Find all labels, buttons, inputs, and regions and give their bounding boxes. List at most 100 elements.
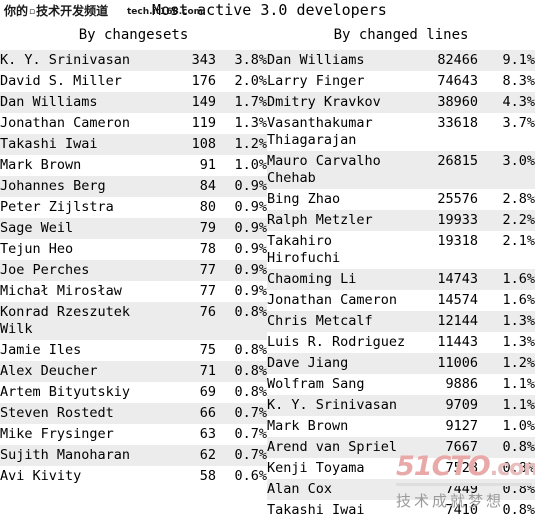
developer-count: 14743 bbox=[411, 269, 478, 290]
developer-percent: 0.8% bbox=[478, 479, 535, 500]
table-row: Avi Kivity 58 0.6% bbox=[0, 466, 267, 487]
table-row: Ralph Metzler 19933 2.2% bbox=[267, 210, 535, 231]
developer-count: 11006 bbox=[411, 353, 478, 374]
developer-count: 11443 bbox=[411, 332, 478, 353]
page-title: Most active 3.0 developers bbox=[152, 1, 387, 19]
developer-percent: 0.8% bbox=[478, 458, 535, 479]
developer-percent: 0.7% bbox=[216, 445, 267, 466]
developer-percent: 0.8% bbox=[478, 437, 535, 458]
table-row: Sujith Manoharan 62 0.7% bbox=[0, 445, 267, 466]
table-row: Michał Mirosław 77 0.9% bbox=[0, 281, 267, 302]
developer-percent: 1.3% bbox=[478, 311, 535, 332]
changed-lines-table: Dan Williams 82466 9.1% Larry Finger 74643 8.… bbox=[267, 50, 535, 521]
table-row: Dan Williams 82466 9.1% bbox=[267, 50, 535, 71]
developer-percent: 2.0% bbox=[216, 71, 267, 92]
developer-name: David S. Miller bbox=[0, 71, 160, 92]
developer-percent: 3.0% bbox=[478, 151, 535, 189]
developer-name: Wolfram Sang bbox=[267, 374, 411, 395]
column-header-changed-lines: By changed lines bbox=[333, 27, 469, 43]
developer-percent: 0.9% bbox=[216, 260, 267, 281]
table-row: Dave Jiang 11006 1.2% bbox=[267, 353, 535, 374]
developer-count: 69 bbox=[160, 382, 216, 403]
developer-percent: 1.3% bbox=[478, 332, 535, 353]
developer-percent: 0.7% bbox=[216, 403, 267, 424]
table-row: Joe Perches 77 0.9% bbox=[0, 260, 267, 281]
developer-count: 77 bbox=[160, 260, 216, 281]
table-row: Larry Finger 74643 8.3% bbox=[267, 71, 535, 92]
developer-name: Mauro Carvalho Chehab bbox=[267, 151, 411, 189]
table-row: Jonathan Cameron 14574 1.6% bbox=[267, 290, 535, 311]
developer-name: Takahiro Hirofuchi bbox=[267, 231, 411, 269]
developer-name: Takashi Iwai bbox=[0, 134, 160, 155]
developer-name: Ralph Metzler bbox=[267, 210, 411, 231]
developer-count: 149 bbox=[160, 92, 216, 113]
developer-count: 176 bbox=[160, 71, 216, 92]
developer-count: 119 bbox=[160, 113, 216, 134]
developer-name: Chaoming Li bbox=[267, 269, 411, 290]
table-row: Alex Deucher 71 0.8% bbox=[0, 361, 267, 382]
developer-count: 84 bbox=[160, 176, 216, 197]
developer-percent: 2.1% bbox=[478, 231, 535, 269]
developer-name: Avi Kivity bbox=[0, 466, 160, 487]
developer-percent: 1.3% bbox=[216, 113, 267, 134]
developer-count: 9709 bbox=[411, 395, 478, 416]
table-row: Chris Metcalf 12144 1.3% bbox=[267, 311, 535, 332]
developer-percent: 1.0% bbox=[478, 416, 535, 437]
developer-name: Johannes Berg bbox=[0, 176, 160, 197]
developer-percent: 1.2% bbox=[478, 353, 535, 374]
developer-count: 19318 bbox=[411, 231, 478, 269]
changesets-table: K. Y. Srinivasan 343 3.8% David S. Miller 17… bbox=[0, 50, 267, 487]
developer-count: 38960 bbox=[411, 92, 478, 113]
column-by-changed-lines: By changed lines Dan Williams 82466 9.1% La… bbox=[267, 22, 535, 521]
table-row: Wolfram Sang 9886 1.1% bbox=[267, 374, 535, 395]
developer-name: Tejun Heo bbox=[0, 239, 160, 260]
table-row: Mark Brown 91 1.0% bbox=[0, 155, 267, 176]
developer-name: Mark Brown bbox=[267, 416, 411, 437]
developer-count: 26815 bbox=[411, 151, 478, 189]
developer-percent: 2.2% bbox=[478, 210, 535, 231]
developer-count: 79 bbox=[160, 218, 216, 239]
developer-name: Arend van Spriel bbox=[267, 437, 411, 458]
table-row: Bing Zhao 25576 2.8% bbox=[267, 189, 535, 210]
table-row: Dmitry Kravkov 38960 4.3% bbox=[267, 92, 535, 113]
developer-percent: 1.1% bbox=[478, 374, 535, 395]
developer-percent: 2.8% bbox=[478, 189, 535, 210]
developer-percent: 0.8% bbox=[216, 361, 267, 382]
table-row: Luis R. Rodriguez 11443 1.3% bbox=[267, 332, 535, 353]
developer-percent: 0.9% bbox=[216, 218, 267, 239]
developer-percent: 0.9% bbox=[216, 239, 267, 260]
developer-percent: 0.9% bbox=[216, 281, 267, 302]
developer-count: 80 bbox=[160, 197, 216, 218]
developer-name: Michał Mirosław bbox=[0, 281, 160, 302]
table-row: Takashi Iwai 7410 0.8% bbox=[267, 500, 535, 521]
developer-name: Takashi Iwai bbox=[267, 500, 411, 521]
table-row: Tejun Heo 78 0.9% bbox=[0, 239, 267, 260]
developer-name: Jonathan Cameron bbox=[0, 113, 160, 134]
table-row: Dan Williams 149 1.7% bbox=[0, 92, 267, 113]
table-row: Alan Cox 7449 0.8% bbox=[267, 479, 535, 500]
developer-name: Alan Cox bbox=[267, 479, 411, 500]
developer-percent: 0.8% bbox=[478, 500, 535, 521]
table-row: Takashi Iwai 108 1.2% bbox=[0, 134, 267, 155]
table-row: Takahiro Hirofuchi 19318 2.1% bbox=[267, 231, 535, 269]
developer-count: 343 bbox=[160, 50, 216, 71]
developer-name: Dmitry Kravkov bbox=[267, 92, 411, 113]
developer-count: 62 bbox=[160, 445, 216, 466]
developer-percent: 1.2% bbox=[216, 134, 267, 155]
developer-stats-tables: By changesets K. Y. Srinivasan 343 3.8% Dav… bbox=[0, 22, 535, 521]
developer-count: 7410 bbox=[411, 500, 478, 521]
developer-name: Mark Brown bbox=[0, 155, 160, 176]
developer-name: Peter Zijlstra bbox=[0, 197, 160, 218]
changed-lines-table-body: Dan Williams 82466 9.1% Larry Finger 74643 8.… bbox=[267, 50, 535, 521]
developer-name: K. Y. Srinivasan bbox=[0, 50, 160, 71]
developer-percent: 0.9% bbox=[216, 176, 267, 197]
table-row: David S. Miller 176 2.0% bbox=[0, 71, 267, 92]
column-by-changesets: By changesets K. Y. Srinivasan 343 3.8% Dav… bbox=[0, 22, 267, 487]
developer-count: 63 bbox=[160, 424, 216, 445]
table-row: Sage Weil 79 0.9% bbox=[0, 218, 267, 239]
developer-name: Steven Rostedt bbox=[0, 403, 160, 424]
developer-name: Jamie Iles bbox=[0, 340, 160, 361]
developer-percent: 0.8% bbox=[216, 302, 267, 340]
developer-count: 9886 bbox=[411, 374, 478, 395]
developer-count: 71 bbox=[160, 361, 216, 382]
